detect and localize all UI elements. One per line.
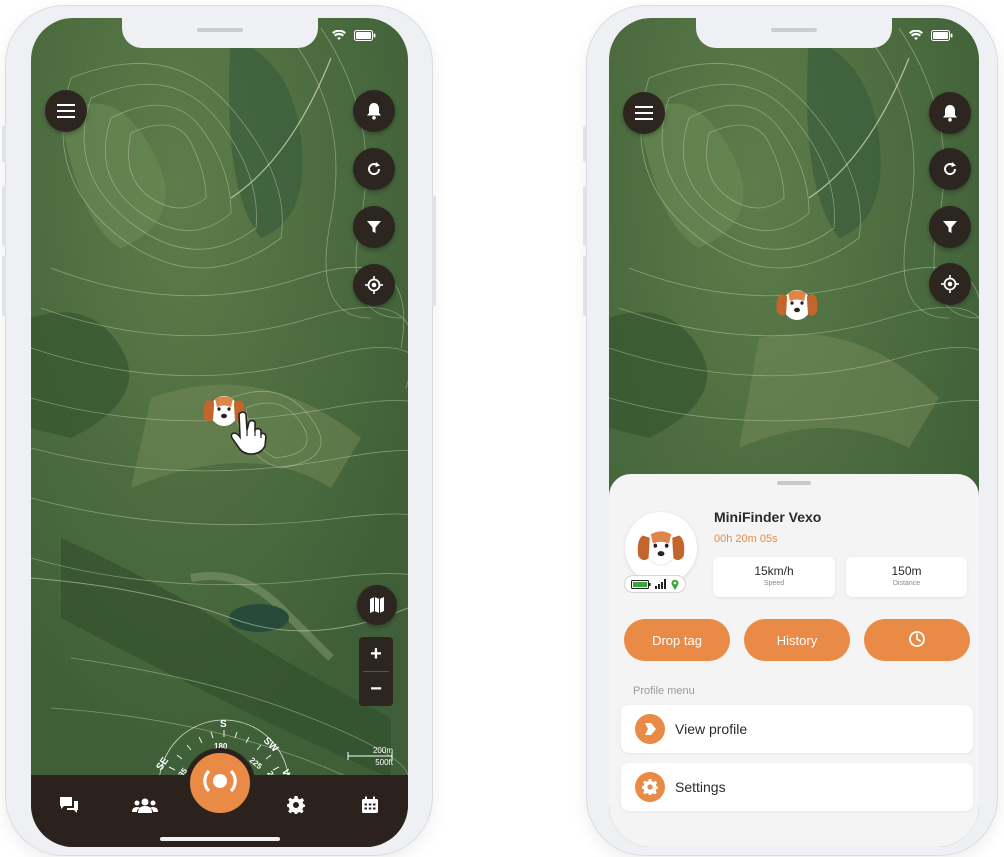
settings-item[interactable]: Settings — [621, 763, 973, 811]
menu-button[interactable] — [623, 92, 665, 134]
chat-icon — [59, 796, 79, 819]
side-button — [583, 256, 587, 316]
map-scale: 200m 500ft — [347, 746, 393, 770]
sheet-handle[interactable] — [777, 481, 811, 485]
locate-icon — [941, 275, 959, 293]
side-button — [2, 256, 6, 316]
notifications-button[interactable] — [353, 90, 395, 132]
wifi-icon — [332, 30, 346, 40]
gps-pin-icon — [671, 579, 679, 590]
zoom-control: + − — [359, 637, 393, 706]
filter-icon — [366, 219, 382, 235]
device-bottom-sheet: MiniFinder Vexo 00h 20m 05s 15km/h Speed… — [609, 474, 979, 847]
speed-label: Speed — [763, 580, 785, 587]
side-button — [2, 126, 6, 162]
bell-icon — [366, 102, 382, 120]
track-icon — [200, 766, 240, 801]
battery-icon — [354, 30, 376, 41]
compass-label-se: SE — [154, 755, 171, 773]
nav-chat[interactable] — [57, 795, 81, 819]
home-indicator — [159, 837, 280, 841]
distance-label: Distance — [892, 580, 921, 587]
history-button[interactable]: History — [744, 619, 850, 661]
status-bar — [909, 30, 953, 41]
menu-button[interactable] — [45, 90, 87, 132]
hamburger-icon — [635, 106, 653, 120]
compass-label-sw: SW — [261, 735, 281, 755]
device-avatar — [625, 512, 697, 584]
signal-icon — [655, 579, 666, 589]
device-name: MiniFinder Vexo — [714, 509, 822, 525]
phone-notch — [121, 18, 318, 48]
locate-button[interactable] — [929, 263, 971, 305]
nav-group[interactable] — [131, 795, 159, 819]
side-button — [432, 196, 436, 306]
filter-button[interactable] — [353, 206, 395, 248]
dog-icon — [776, 290, 818, 320]
dog-icon — [637, 530, 685, 566]
locate-icon — [365, 276, 383, 294]
refresh-icon — [942, 161, 958, 177]
side-button — [583, 126, 587, 162]
scale-imperial: 500ft — [375, 758, 393, 767]
view-profile-label: View profile — [675, 721, 748, 737]
battery-icon — [931, 30, 953, 41]
left-phone-frame: + − 200m 500ft SE 135 S 180 225 SW — [2, 6, 436, 855]
profile-menu-label: Profile menu — [633, 685, 695, 697]
calendar-icon — [361, 796, 379, 819]
refresh-button[interactable] — [353, 148, 395, 190]
compass-label-s: S — [220, 719, 227, 730]
side-button — [2, 186, 6, 246]
zoom-out-button[interactable]: − — [359, 672, 393, 706]
zoom-in-button[interactable]: + — [359, 637, 393, 671]
battery-full-icon — [631, 579, 651, 589]
track-button[interactable] — [185, 748, 255, 818]
left-screen: + − 200m 500ft SE 135 S 180 225 SW — [31, 18, 408, 847]
drop-tag-button[interactable]: Drop tag — [624, 619, 730, 661]
pointer-hand-icon — [229, 410, 269, 461]
right-screen: MiniFinder Vexo 00h 20m 05s 15km/h Speed… — [609, 18, 979, 847]
filter-button[interactable] — [929, 206, 971, 248]
nav-settings[interactable] — [284, 795, 308, 819]
profile-icon — [635, 714, 665, 744]
clock-icon — [908, 630, 926, 651]
refresh-icon — [366, 161, 382, 177]
settings-icon — [287, 795, 305, 819]
map-layers-button[interactable] — [357, 585, 397, 625]
nav-calendar[interactable] — [358, 795, 382, 819]
locate-button[interactable] — [353, 264, 395, 306]
wifi-icon — [909, 30, 923, 40]
view-profile-item[interactable]: View profile — [621, 705, 973, 753]
gear-icon — [635, 772, 665, 802]
notifications-button[interactable] — [929, 92, 971, 134]
refresh-button[interactable] — [929, 148, 971, 190]
phone-notch — [696, 18, 892, 48]
speed-value: 15km/h — [754, 564, 794, 578]
distance-value: 150m — [891, 564, 922, 578]
dog-marker[interactable] — [775, 288, 819, 322]
map-layers-icon — [369, 596, 385, 614]
right-phone-frame: MiniFinder Vexo 00h 20m 05s 15km/h Speed… — [583, 6, 997, 855]
filter-icon — [942, 219, 958, 235]
timer-button[interactable] — [864, 619, 970, 661]
group-icon — [132, 797, 158, 818]
distance-card: 150m Distance — [846, 557, 967, 597]
scale-metric: 200m — [372, 746, 393, 755]
speed-card: 15km/h Speed — [713, 557, 835, 597]
device-timer: 00h 20m 05s — [714, 533, 778, 545]
settings-label: Settings — [675, 779, 726, 795]
device-status-pill — [624, 575, 686, 593]
bell-icon — [942, 104, 958, 122]
side-button — [583, 186, 587, 246]
status-bar — [332, 30, 376, 41]
hamburger-icon — [57, 104, 75, 118]
